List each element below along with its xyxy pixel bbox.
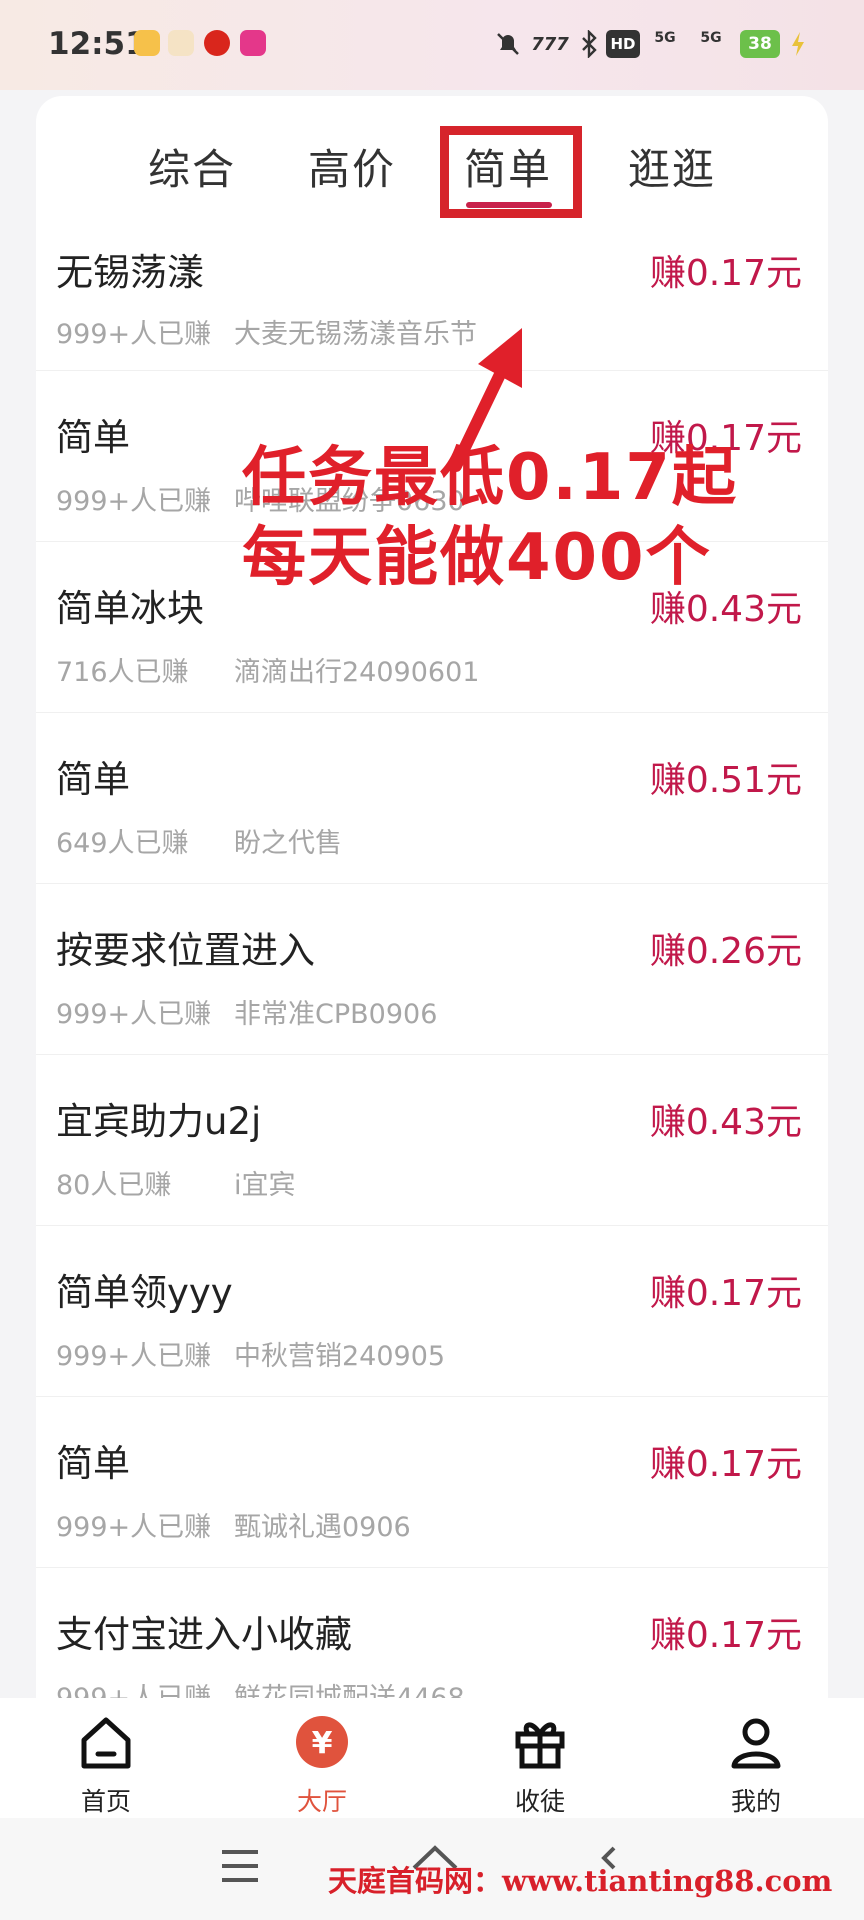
task-row[interactable]: 无锡荡漾 999+人已赚 大麦无锡荡漾音乐节 赚0.17元 xyxy=(36,236,828,371)
task-title: 简单领yyy xyxy=(56,1271,233,1314)
yuan-coin-icon: ¥ xyxy=(296,1716,348,1768)
task-reward: 赚0.43元 xyxy=(649,1102,802,1143)
task-title: 简单 xyxy=(56,416,130,459)
task-source: 非常准CPB0906 xyxy=(234,999,438,1030)
task-reward: 赚0.17元 xyxy=(649,1273,802,1314)
task-title: 简单 xyxy=(56,758,130,801)
task-earned-count: 999+人已赚 xyxy=(56,1341,212,1372)
nav-mine[interactable]: 我的 xyxy=(696,1712,816,1818)
battery-icon: 38 xyxy=(740,30,780,58)
task-earned-count: 999+人已赚 xyxy=(56,486,212,517)
task-earned-count: 999+人已赚 xyxy=(56,999,212,1030)
app-icon-1 xyxy=(134,30,160,56)
mute-bell-icon xyxy=(497,33,519,55)
category-tabs: 综合 高价 简单 逛逛 xyxy=(36,96,828,236)
nav-label: 首页 xyxy=(80,1787,131,1816)
task-row[interactable]: 支付宝进入小收藏 999+人已赚 鲜花同城配送4468 赚0.17元 xyxy=(36,1568,828,1698)
status-bar: 12:51 777 HD 5G 5G 38 xyxy=(0,0,864,90)
tab-high-price[interactable]: 高价 xyxy=(308,136,396,197)
app-icon-4 xyxy=(240,30,266,56)
home-icon xyxy=(81,1717,131,1769)
task-title: 按要求位置进入 xyxy=(56,929,315,972)
task-title: 简单冰块 xyxy=(56,587,204,630)
task-row[interactable]: 按要求位置进入 999+人已赚 非常准CPB0906 赚0.26元 xyxy=(36,884,828,1055)
charging-icon xyxy=(792,32,804,56)
task-row[interactable]: 简单 649人已赚 盼之代售 赚0.51元 xyxy=(36,713,828,884)
nfc-icon: 777 xyxy=(531,33,569,55)
task-reward: 赚0.51元 xyxy=(649,760,802,801)
svg-text:¥: ¥ xyxy=(312,1726,333,1761)
nav-label: 大厅 xyxy=(296,1787,347,1816)
signal-icon: 5G xyxy=(700,30,722,46)
task-earned-count: 80人已赚 xyxy=(56,1170,172,1201)
task-reward: 赚0.17元 xyxy=(649,1444,802,1485)
task-source: 鲜花同城配送4468 xyxy=(234,1676,465,1698)
gift-icon xyxy=(515,1722,565,1769)
task-earned-count: 649人已赚 xyxy=(56,828,189,859)
annotation-line-1: 任务最低0.17起 xyxy=(242,441,738,515)
task-reward: 赚0.17元 xyxy=(649,253,802,294)
task-title: 简单 xyxy=(56,1442,130,1485)
task-earned-count: 999+人已赚 xyxy=(56,319,212,350)
task-title: 宜宾助力u2j xyxy=(56,1100,262,1143)
task-reward: 赚0.17元 xyxy=(649,1615,802,1656)
task-earned-count: 999+人已赚 xyxy=(56,1512,212,1543)
task-earned-count: 716人已赚 xyxy=(56,657,189,688)
task-source: 甄诚礼遇0906 xyxy=(234,1512,411,1543)
annotation-line-2: 每天能做400个 xyxy=(242,521,712,595)
menu-icon[interactable] xyxy=(218,1846,262,1886)
nav-hall[interactable]: ¥ 大厅 xyxy=(262,1712,382,1818)
tab-browse[interactable]: 逛逛 xyxy=(628,136,716,197)
task-earned-count: 999+人已赚 xyxy=(56,1676,211,1698)
signal-icon: 5G xyxy=(654,30,676,46)
money-bag-icon xyxy=(168,30,194,56)
bluetooth-icon xyxy=(582,30,597,58)
bottom-nav: 首页 ¥ 大厅 收徒 我的 xyxy=(0,1698,864,1818)
task-reward: 赚0.26元 xyxy=(649,931,802,972)
status-time: 12:51 xyxy=(48,26,147,62)
watermark: 天庭首码网：www.tianting88.com xyxy=(328,1864,833,1898)
nav-home[interactable]: 首页 xyxy=(46,1712,166,1818)
task-source: 滴滴出行24090601 xyxy=(234,657,480,688)
hd-icon: HD xyxy=(606,30,640,58)
task-row[interactable]: 简单 999+人已赚 甄诚礼遇0906 赚0.17元 xyxy=(36,1397,828,1568)
nav-label: 收徒 xyxy=(514,1787,565,1816)
task-title: 无锡荡漾 xyxy=(56,251,204,294)
person-icon xyxy=(731,1718,781,1769)
highlight-box xyxy=(440,126,582,218)
task-source: 盼之代售 xyxy=(234,828,342,859)
task-hall-card: 综合 高价 简单 逛逛 无锡荡漾 999+人已赚 大麦无锡荡漾音乐节 赚0.17… xyxy=(36,96,828,1698)
task-source: 中秋营销240905 xyxy=(234,1341,446,1372)
task-row[interactable]: 宜宾助力u2j 80人已赚 i宜宾 赚0.43元 xyxy=(36,1055,828,1226)
tab-comprehensive[interactable]: 综合 xyxy=(148,136,236,197)
nav-apprentice[interactable]: 收徒 xyxy=(480,1712,600,1818)
task-source: i宜宾 xyxy=(234,1170,296,1201)
task-row[interactable]: 简单领yyy 999+人已赚 中秋营销240905 赚0.17元 xyxy=(36,1226,828,1397)
nav-label: 我的 xyxy=(730,1787,781,1816)
app-icon-3 xyxy=(204,30,230,56)
task-title: 支付宝进入小收藏 xyxy=(56,1613,352,1656)
